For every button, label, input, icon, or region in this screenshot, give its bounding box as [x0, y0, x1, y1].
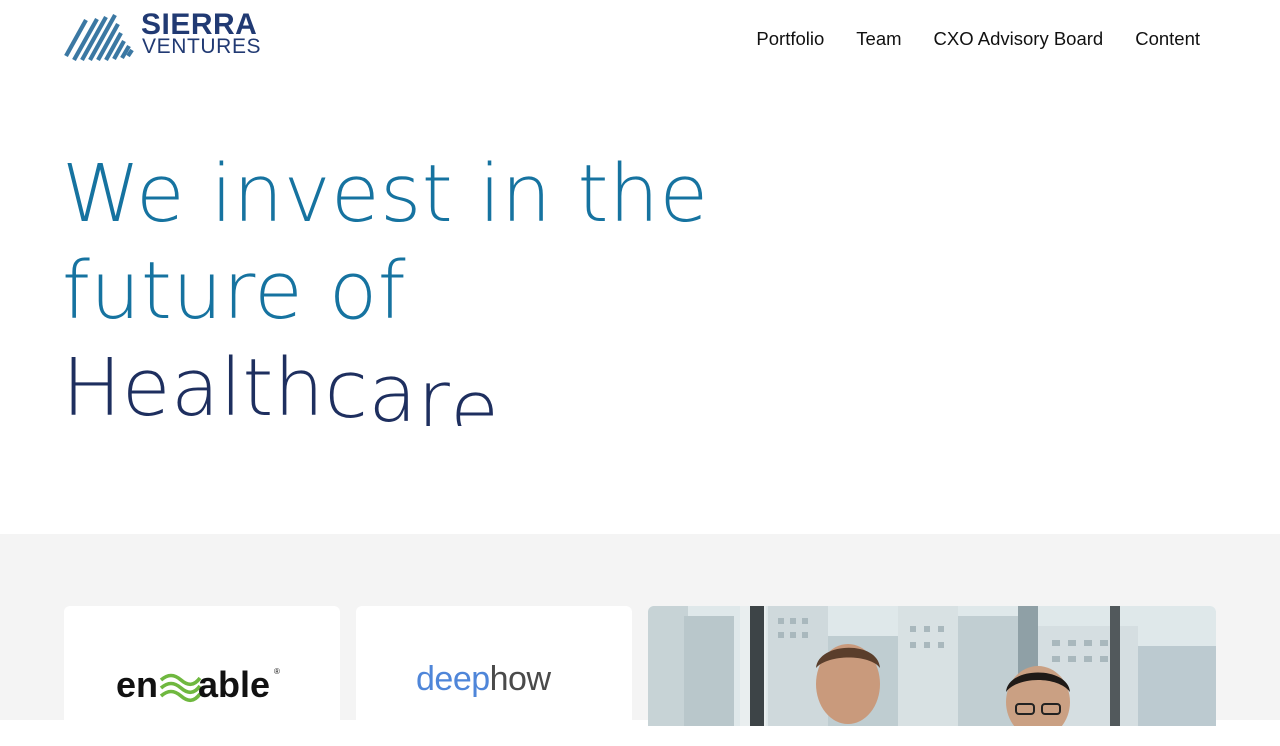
hero-rotating-word: Healthcare — [62, 340, 762, 426]
hero-line-2: future of — [62, 245, 407, 337]
enable-logo-text-1: en — [116, 664, 158, 704]
deephow-logo: deephow — [416, 660, 551, 699]
hero-letter: r — [417, 354, 451, 426]
nav-portfolio[interactable]: Portfolio — [756, 26, 824, 52]
logo-word-ventures: VENTURES — [142, 35, 262, 58]
hero-headline: We invest in the future of Healthcare — [62, 146, 762, 426]
main-nav: Portfolio Team CXO Advisory Board Conten… — [756, 26, 1200, 52]
hero-letter: e — [450, 364, 500, 426]
hero-letter: a — [171, 342, 220, 426]
hero-letter: a — [368, 348, 418, 426]
sierra-stripes-icon — [64, 13, 134, 62]
hero-letter: H — [62, 342, 122, 426]
deephow-logo-text-1: deep — [416, 660, 490, 698]
hero-letter: e — [121, 342, 172, 426]
team-photo-card[interactable] — [648, 606, 1216, 746]
featured-section: en able ® deephow — [0, 534, 1280, 746]
portfolio-card-enable[interactable]: en able ® — [64, 606, 340, 746]
nav-team[interactable]: Team — [856, 26, 901, 52]
hero-line-1: We invest in the — [62, 148, 709, 240]
hero-letter: h — [273, 342, 325, 426]
sierra-ventures-logo[interactable]: SIERRA VENTURES — [64, 9, 264, 62]
enable-logo: en able ® — [116, 664, 280, 704]
hero-letter: t — [242, 342, 274, 426]
portfolio-card-deephow[interactable]: deephow — [356, 606, 632, 746]
deephow-logo-text-2: how — [489, 660, 551, 698]
site-header: SIERRA VENTURES Portfolio Team CXO Advis… — [0, 0, 1280, 80]
team-photo — [648, 606, 1216, 738]
hero-letter: l — [219, 342, 243, 426]
enable-logo-text-2: able — [198, 664, 270, 704]
nav-content[interactable]: Content — [1135, 26, 1200, 52]
hero-letter: c — [324, 344, 369, 426]
nav-cxo-advisory-board[interactable]: CXO Advisory Board — [934, 26, 1104, 52]
enable-logo-registered-mark: ® — [274, 667, 280, 676]
